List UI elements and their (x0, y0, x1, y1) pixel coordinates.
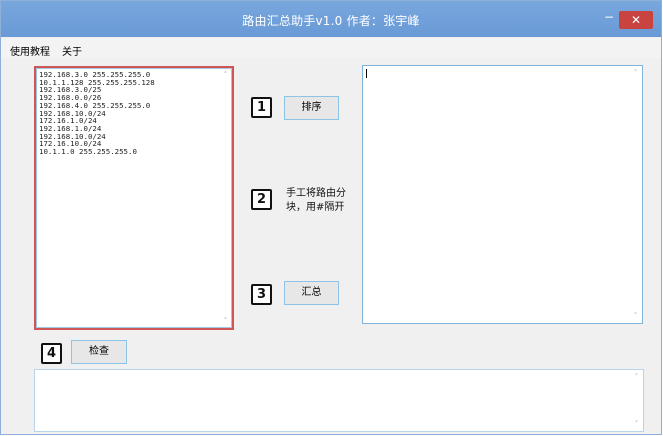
step-3-badge: 3 (251, 284, 272, 305)
route-input-textarea[interactable]: 192.168.3.0 255.255.255.0 10.1.1.128 255… (34, 66, 234, 330)
sort-button[interactable]: 排序 (284, 96, 339, 120)
check-button[interactable]: 检查 (71, 340, 127, 364)
summary-output-scrollbar[interactable]: ˄ ˅ (629, 66, 642, 323)
close-button[interactable]: ✕ (619, 11, 653, 29)
manual-split-hint: 手工将路由分 块，用#隔开 (286, 187, 356, 215)
menu-item-tutorial[interactable]: 使用教程 (10, 43, 50, 58)
scroll-down-icon[interactable]: ˅ (629, 311, 642, 321)
summary-output-textarea[interactable]: ˄ ˅ (362, 65, 643, 324)
step-2-badge: 2 (251, 189, 272, 210)
menu-bar: 使用教程 关于 (1, 38, 661, 58)
step-4-badge: 4 (41, 343, 62, 364)
scroll-up-icon[interactable]: ˄ (629, 68, 642, 78)
scroll-up-icon[interactable]: ˄ (219, 70, 232, 80)
title-bar[interactable]: 路由汇总助手v1.0 作者：张宇峰 − ✕ (1, 1, 661, 37)
route-input-scrollbar[interactable]: ˄ ˅ (219, 68, 232, 328)
hint-line-2: 块，用#隔开 (286, 202, 345, 213)
route-input-text: 192.168.3.0 255.255.255.0 10.1.1.128 255… (39, 70, 155, 157)
step-1-badge: 1 (251, 97, 272, 118)
app-window: 路由汇总助手v1.0 作者：张宇峰 − ✕ 使用教程 关于 192.168.3.… (0, 0, 662, 435)
scroll-down-icon[interactable]: ˅ (630, 419, 643, 429)
menu-item-about[interactable]: 关于 (62, 43, 82, 58)
summarize-button[interactable]: 汇总 (284, 281, 339, 305)
window-title: 路由汇总助手v1.0 作者：张宇峰 (242, 14, 420, 28)
scroll-down-icon[interactable]: ˅ (219, 316, 232, 326)
text-caret (366, 69, 367, 78)
scroll-up-icon[interactable]: ˄ (630, 372, 643, 382)
check-result-textarea[interactable]: ˄ ˅ (34, 369, 644, 432)
hint-line-1: 手工将路由分 (286, 188, 346, 199)
minimize-button[interactable]: − (599, 11, 619, 27)
check-result-scrollbar[interactable]: ˄ ˅ (630, 370, 643, 431)
